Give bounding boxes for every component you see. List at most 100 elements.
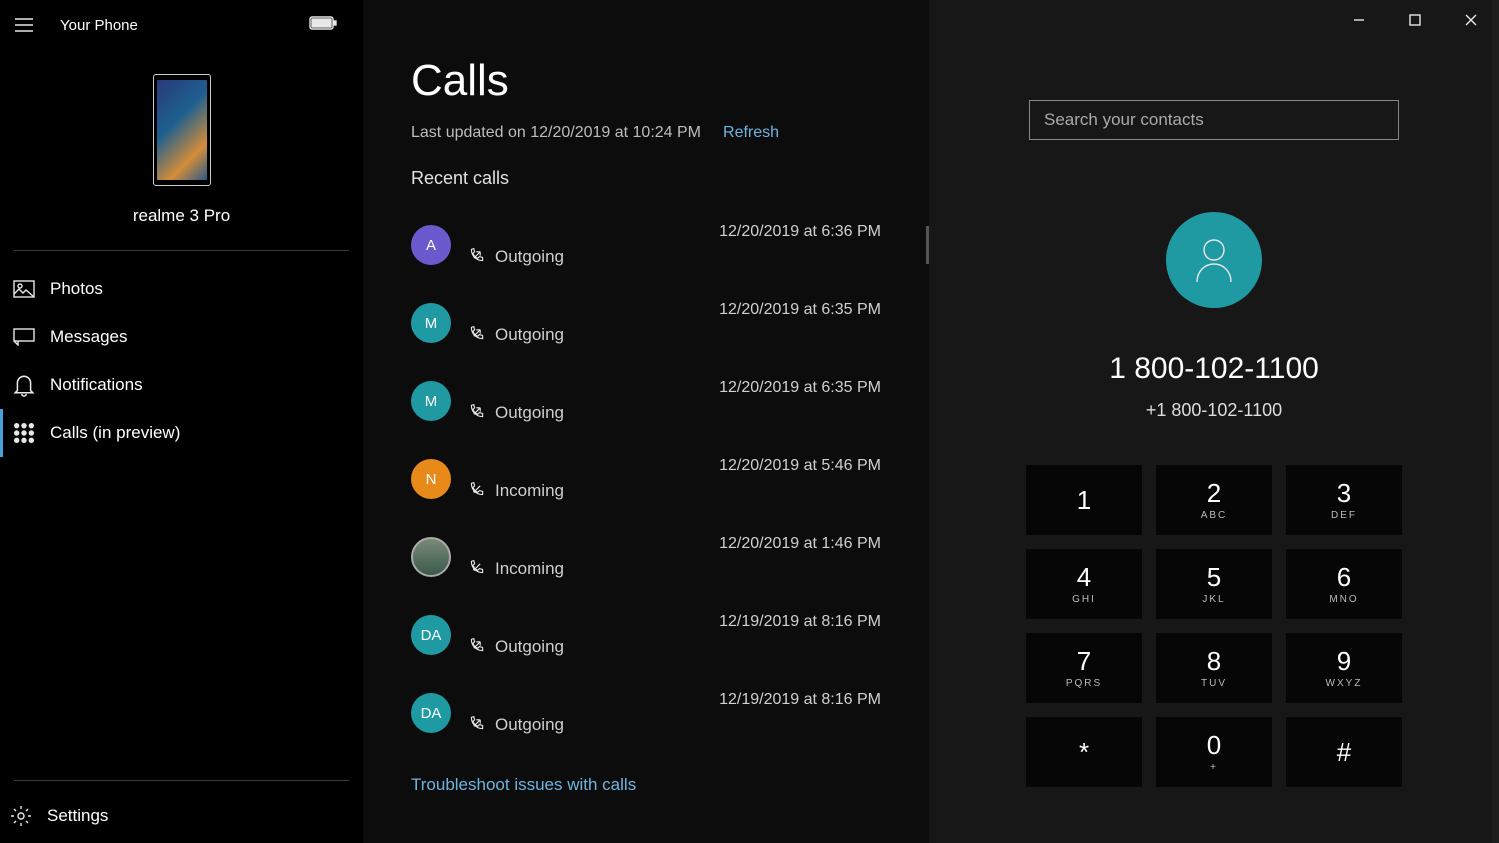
call-time: 12/20/2019 at 5:46 PM (469, 457, 881, 475)
key-number: 2 (1207, 480, 1221, 506)
avatar: DA (411, 693, 451, 733)
dialpad-key-4[interactable]: 4 GHI (1026, 549, 1142, 619)
key-number: 6 (1337, 564, 1351, 590)
call-direction: Outgoing (495, 325, 564, 345)
call-time: 12/20/2019 at 6:35 PM (469, 301, 881, 319)
dialpad-key-1[interactable]: 1 (1026, 465, 1142, 535)
page-title: Calls (411, 56, 881, 106)
call-direction: Outgoing (495, 637, 564, 657)
key-number: 5 (1207, 564, 1221, 590)
outgoing-call-icon (469, 247, 485, 268)
dialer-pane: 1 800-102-1100 +1 800-102-1100 1 2 ABC 3 DEF… (929, 0, 1499, 843)
call-time: 12/20/2019 at 1:46 PM (469, 535, 881, 553)
dialpad-key-3[interactable]: 3 DEF (1286, 465, 1402, 535)
search-contacts-input[interactable] (1029, 100, 1399, 140)
nav-label: Settings (47, 806, 108, 826)
dialpad-key-8[interactable]: 8 TUV (1156, 633, 1272, 703)
key-number: 1 (1077, 487, 1091, 513)
dial-number-display: 1 800-102-1100 (989, 352, 1439, 386)
dialpad: 12ABC3DEF4GHI5JKL6MNO7PQRS8TUV9WXYZ*0+# (1026, 465, 1402, 787)
avatar: M (411, 381, 451, 421)
call-direction: Incoming (495, 559, 564, 579)
app-title: Your Phone (60, 17, 138, 34)
sidebar-item-calls[interactable]: Calls (in preview) (0, 409, 363, 457)
incoming-call-icon (469, 481, 485, 502)
refresh-link[interactable]: Refresh (723, 124, 779, 142)
call-item[interactable]: N 12/20/2019 at 5:46 PM Incoming (411, 441, 881, 517)
key-number: 4 (1077, 564, 1091, 590)
key-number: 9 (1337, 648, 1351, 674)
phone-name: realme 3 Pro (133, 206, 230, 226)
scrollbar[interactable] (1492, 0, 1499, 843)
call-item[interactable]: A 12/20/2019 at 6:36 PM Outgoing (411, 207, 881, 283)
avatar: A (411, 225, 451, 265)
key-number: 8 (1207, 648, 1221, 674)
call-time: 12/20/2019 at 6:36 PM (469, 223, 881, 241)
key-sub: DEF (1331, 510, 1357, 521)
maximize-button[interactable] (1387, 0, 1443, 40)
dial-number-full: +1 800-102-1100 (989, 400, 1439, 421)
nav-label: Photos (50, 279, 103, 299)
battery-icon (309, 15, 337, 36)
avatar: DA (411, 615, 451, 655)
recent-calls-label: Recent calls (411, 168, 881, 189)
key-sub: MNO (1329, 594, 1358, 605)
sidebar-item-settings[interactable]: Settings (0, 789, 363, 843)
key-number: * (1079, 739, 1089, 765)
dialpad-key-*[interactable]: * (1026, 717, 1142, 787)
divider (14, 250, 349, 251)
call-time: 12/20/2019 at 6:35 PM (469, 379, 881, 397)
dialpad-key-#[interactable]: # (1286, 717, 1402, 787)
bell-icon (13, 373, 35, 397)
dialpad-key-7[interactable]: 7 PQRS (1026, 633, 1142, 703)
dialpad-key-5[interactable]: 5JKL (1156, 549, 1272, 619)
nav-label: Calls (in preview) (50, 423, 180, 443)
call-item[interactable]: M 12/20/2019 at 6:35 PM Outgoing (411, 363, 881, 439)
call-item[interactable]: DA 12/19/2019 at 8:16 PM Outgoing (411, 597, 881, 673)
dialpad-key-6[interactable]: 6 MNO (1286, 549, 1402, 619)
dialpad-key-9[interactable]: 9 WXYZ (1286, 633, 1402, 703)
call-time: 12/19/2019 at 8:16 PM (469, 613, 881, 631)
sidebar-item-notifications[interactable]: Notifications (0, 361, 363, 409)
chat-icon (13, 328, 35, 346)
call-direction: Incoming (495, 481, 564, 501)
sidebar-item-photos[interactable]: Photos (0, 265, 363, 313)
avatar: N (411, 459, 451, 499)
outgoing-call-icon (469, 325, 485, 346)
call-item[interactable]: M 12/20/2019 at 6:35 PM Outgoing (411, 285, 881, 361)
call-direction: Outgoing (495, 403, 564, 423)
last-updated: Last updated on 12/20/2019 at 10:24 PM (411, 124, 701, 142)
avatar (411, 537, 451, 577)
call-item[interactable]: 12/20/2019 at 1:46 PM Incoming (411, 519, 881, 595)
nav-label: Messages (50, 327, 127, 347)
key-sub: ABC (1201, 510, 1228, 521)
sidebar-item-messages[interactable]: Messages (0, 313, 363, 361)
close-button[interactable] (1443, 0, 1499, 40)
call-direction: Outgoing (495, 247, 564, 267)
key-sub: GHI (1072, 594, 1096, 605)
sidebar: Your Phone realme 3 Pro Photos Messages … (0, 0, 363, 843)
key-number: 0 (1207, 732, 1221, 758)
avatar: M (411, 303, 451, 343)
key-number: 3 (1337, 480, 1351, 506)
dialpad-icon (13, 422, 35, 444)
key-sub: TUV (1201, 678, 1227, 689)
outgoing-call-icon (469, 403, 485, 424)
phone-frame-icon (153, 74, 211, 186)
call-item[interactable]: DA12/19/2019 at 8:16 PMOutgoing (411, 675, 881, 751)
minimize-button[interactable] (1331, 0, 1387, 40)
phone-preview: realme 3 Pro (0, 74, 363, 226)
photo-icon (13, 280, 35, 298)
outgoing-call-icon (469, 715, 485, 736)
troubleshoot-link[interactable]: Troubleshoot issues with calls (411, 775, 881, 795)
gear-icon (10, 805, 32, 827)
key-sub: + (1210, 762, 1218, 773)
divider (14, 780, 349, 781)
key-number: 7 (1077, 648, 1091, 674)
dialpad-key-0[interactable]: 0+ (1156, 717, 1272, 787)
key-number: # (1337, 739, 1351, 765)
dialpad-key-2[interactable]: 2 ABC (1156, 465, 1272, 535)
hamburger-menu[interactable] (8, 9, 40, 41)
key-sub: PQRS (1066, 678, 1102, 689)
key-sub: WXYZ (1326, 678, 1363, 689)
